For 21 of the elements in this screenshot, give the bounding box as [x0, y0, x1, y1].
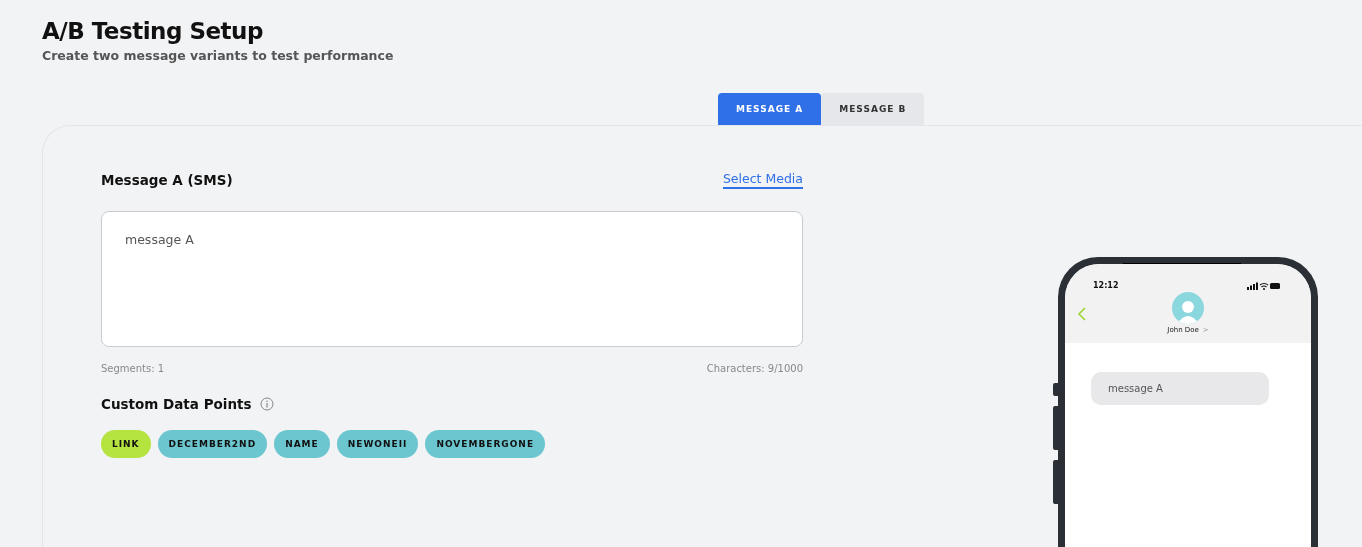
characters-count: Characters: 9/1000 [706, 363, 803, 374]
select-media-link[interactable]: Select Media [722, 171, 803, 189]
info-icon[interactable] [259, 397, 274, 411]
back-chevron-icon[interactable] [1077, 307, 1087, 321]
status-icons [1247, 282, 1281, 290]
data-point-chip[interactable]: LINK [101, 430, 151, 458]
page-title: A/B Testing Setup [42, 18, 264, 44]
data-point-chip[interactable]: NAME [274, 430, 330, 458]
custom-data-points-label: Custom Data Points [101, 396, 252, 412]
data-point-chip[interactable]: NOVEMBERGONE [425, 430, 546, 458]
message-label: Message A (SMS) [101, 172, 233, 188]
page-subtitle: Create two message variants to test performance [42, 48, 395, 63]
segments-count: Segments: 1 [101, 363, 165, 374]
data-point-chip[interactable]: DECEMBER2ND [157, 430, 268, 458]
message-input[interactable]: message A [101, 211, 803, 347]
status-time: 12:12 [1093, 281, 1119, 290]
avatar-silhouette [1172, 292, 1204, 324]
message-tab[interactable]: MESSAGE B [821, 93, 925, 125]
message-bubble: message A [1091, 372, 1269, 405]
message-tab[interactable]: MESSAGE A [718, 93, 822, 125]
data-point-chip[interactable]: NEWONEII [336, 430, 419, 458]
